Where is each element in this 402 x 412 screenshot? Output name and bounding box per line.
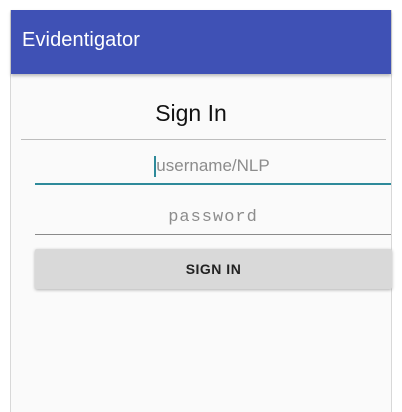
app-bar: Evidentigator <box>11 10 391 74</box>
app-window: Evidentigator Sign In SIGN IN <box>10 10 392 412</box>
username-field[interactable] <box>35 149 391 185</box>
page-title: Sign In <box>155 100 227 126</box>
text-cursor <box>154 156 156 177</box>
sign-in-button[interactable]: SIGN IN <box>35 249 392 289</box>
password-field[interactable] <box>35 200 391 235</box>
app-title: Evidentigator <box>22 29 141 51</box>
title-divider <box>21 139 386 140</box>
